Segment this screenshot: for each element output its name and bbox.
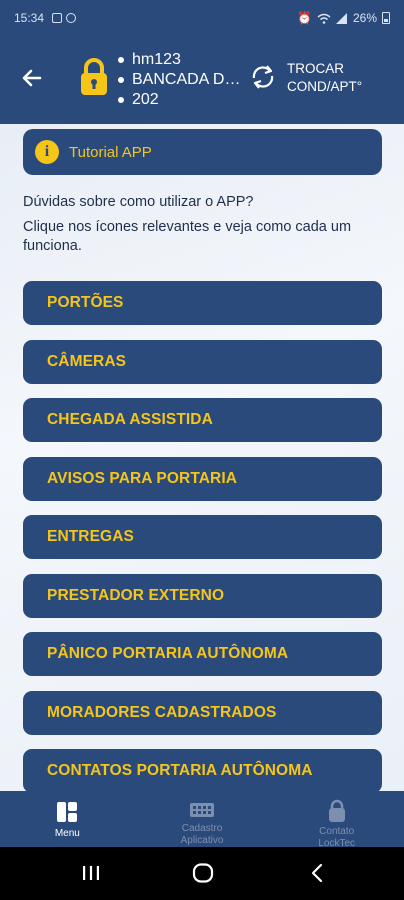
menu-item-label: CÂMERAS <box>47 353 127 370</box>
menu-item-label: PÂNICO PORTARIA AUTÔNOMA <box>47 645 289 662</box>
unit-info: hm123 BANCADA D… 202 <box>118 50 240 110</box>
info-icon: i <box>35 140 59 164</box>
tutorial-button[interactable]: i Tutorial APP <box>23 129 382 175</box>
swap-icon[interactable] <box>248 62 278 92</box>
tutorial-label: Tutorial APP <box>69 143 152 161</box>
nav-contato-label-1: Contato <box>319 826 355 837</box>
nav-menu-label: Menu <box>54 828 80 839</box>
battery-text: 26% <box>352 11 377 25</box>
back-nav-icon[interactable] <box>310 863 324 883</box>
menu-item-label: MORADORES CADASTRADOS <box>47 704 277 721</box>
lock-icon <box>328 799 345 822</box>
nav-cadastro-label-1: Cadastro <box>181 823 223 834</box>
menu-item-label: PRESTADOR EXTERNO <box>47 587 225 604</box>
nav-contato[interactable]: Contato LockTec <box>269 791 404 849</box>
battery-icon <box>382 12 390 24</box>
menu-item-prestador-externo[interactable]: PRESTADOR EXTERNO <box>23 574 382 618</box>
status-time: 15:34 <box>14 11 45 25</box>
recent-apps-icon[interactable] <box>82 865 100 881</box>
nav-cadastro[interactable]: Cadastro Aplicativo <box>135 791 270 847</box>
back-arrow-icon[interactable] <box>20 66 44 90</box>
menu-item-label: CHEGADA ASSISTIDA <box>47 411 213 428</box>
switch-label-line1: TROCAR <box>287 61 344 76</box>
switch-label-line2: COND/APT° <box>287 79 363 94</box>
bottom-nav: Menu Cadastro Aplicativo Contato LockTec <box>0 791 404 849</box>
menu-item-label: AVISOS PARA PORTARIA <box>47 470 238 487</box>
gallery-notification-icon <box>52 13 63 23</box>
app-header: hm123 BANCADA D… 202 TROCAR COND/APT° <box>0 36 404 124</box>
menu-item-label: CONTATOS PORTARIA AUTÔNOMA <box>47 762 313 779</box>
menu-item-label: PORTÕES <box>47 294 124 311</box>
menu-item-label: ENTREGAS <box>47 528 134 545</box>
condo-name: BANCADA D… <box>132 71 241 88</box>
apartment-number: 202 <box>132 91 159 108</box>
grid-icon <box>57 802 78 822</box>
system-nav-bar <box>0 847 404 900</box>
signal-icon <box>335 12 347 24</box>
nav-cadastro-label-2: Aplicativo <box>180 835 224 846</box>
menu-item-panico[interactable]: PÂNICO PORTARIA AUTÔNOMA <box>23 632 382 676</box>
nav-menu[interactable]: Menu <box>0 791 135 847</box>
help-instruction: Clique nos ícones relevantes e veja como… <box>23 219 352 254</box>
menu-item-avisos-portaria[interactable]: AVISOS PARA PORTARIA <box>23 457 382 501</box>
alarm-icon: ⏰ <box>297 11 312 25</box>
padlock-icon <box>81 58 107 95</box>
menu-item-cameras[interactable]: CÂMERAS <box>23 340 382 384</box>
status-bar: 15:34 ⏰ 26% <box>0 0 404 36</box>
user-name: hm123 <box>132 51 181 68</box>
menu-item-portoes[interactable]: PORTÕES <box>23 281 382 325</box>
sync-notification-icon <box>66 13 77 23</box>
switch-unit-button[interactable]: TROCAR COND/APT° <box>287 60 362 96</box>
menu-item-moradores[interactable]: MORADORES CADASTRADOS <box>23 691 382 735</box>
home-icon[interactable] <box>192 863 214 883</box>
main-content: i Tutorial APP Dúvidas sobre como utiliz… <box>0 124 404 791</box>
help-text: Dúvidas sobre como utilizar o APP? Cliqu… <box>23 193 383 262</box>
menu-item-chegada-assistida[interactable]: CHEGADA ASSISTIDA <box>23 398 382 442</box>
help-question: Dúvidas sobre como utilizar o APP? <box>23 194 254 210</box>
wifi-icon <box>317 13 331 24</box>
menu-item-contatos[interactable]: CONTATOS PORTARIA AUTÔNOMA <box>23 749 382 791</box>
menu-item-entregas[interactable]: ENTREGAS <box>23 515 382 559</box>
keypad-icon <box>190 802 214 817</box>
